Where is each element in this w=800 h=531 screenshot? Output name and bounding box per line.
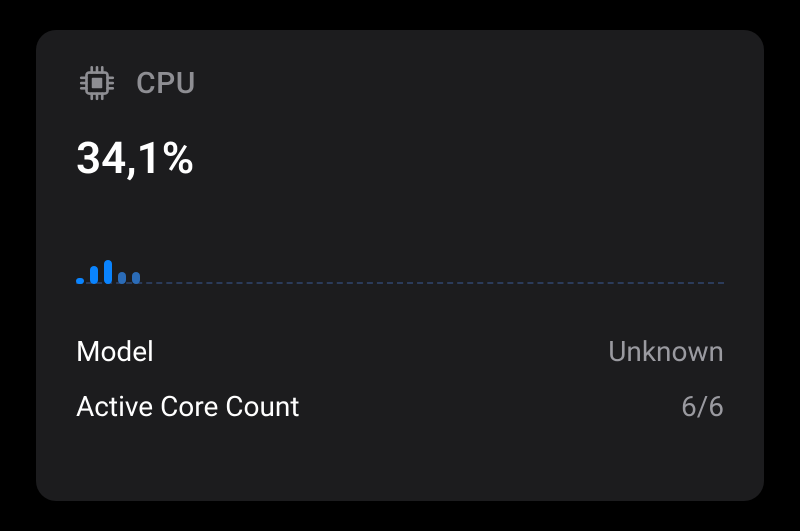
card-title: CPU [136,66,196,101]
chart-bar [90,266,98,284]
card-header: CPU [76,62,724,104]
chart-baseline [76,282,724,284]
info-value: Unknown [608,335,724,368]
chart-bar [104,260,112,284]
cpu-card: CPU 34,1% Model Unknown Active Core Coun… [36,30,764,501]
cpu-usage-chart [76,240,724,284]
info-row-active-core-count: Active Core Count 6/6 [76,379,724,434]
cpu-icon [76,62,118,104]
chart-bars [76,260,140,284]
chart-bar [76,278,84,284]
info-label: Model [76,335,154,368]
info-value: 6/6 [681,390,724,423]
chart-bar [118,272,126,284]
info-row-model: Model Unknown [76,324,724,379]
info-label: Active Core Count [76,390,300,423]
chart-bar [132,272,140,284]
cpu-usage-percentage: 34,1% [76,132,724,184]
